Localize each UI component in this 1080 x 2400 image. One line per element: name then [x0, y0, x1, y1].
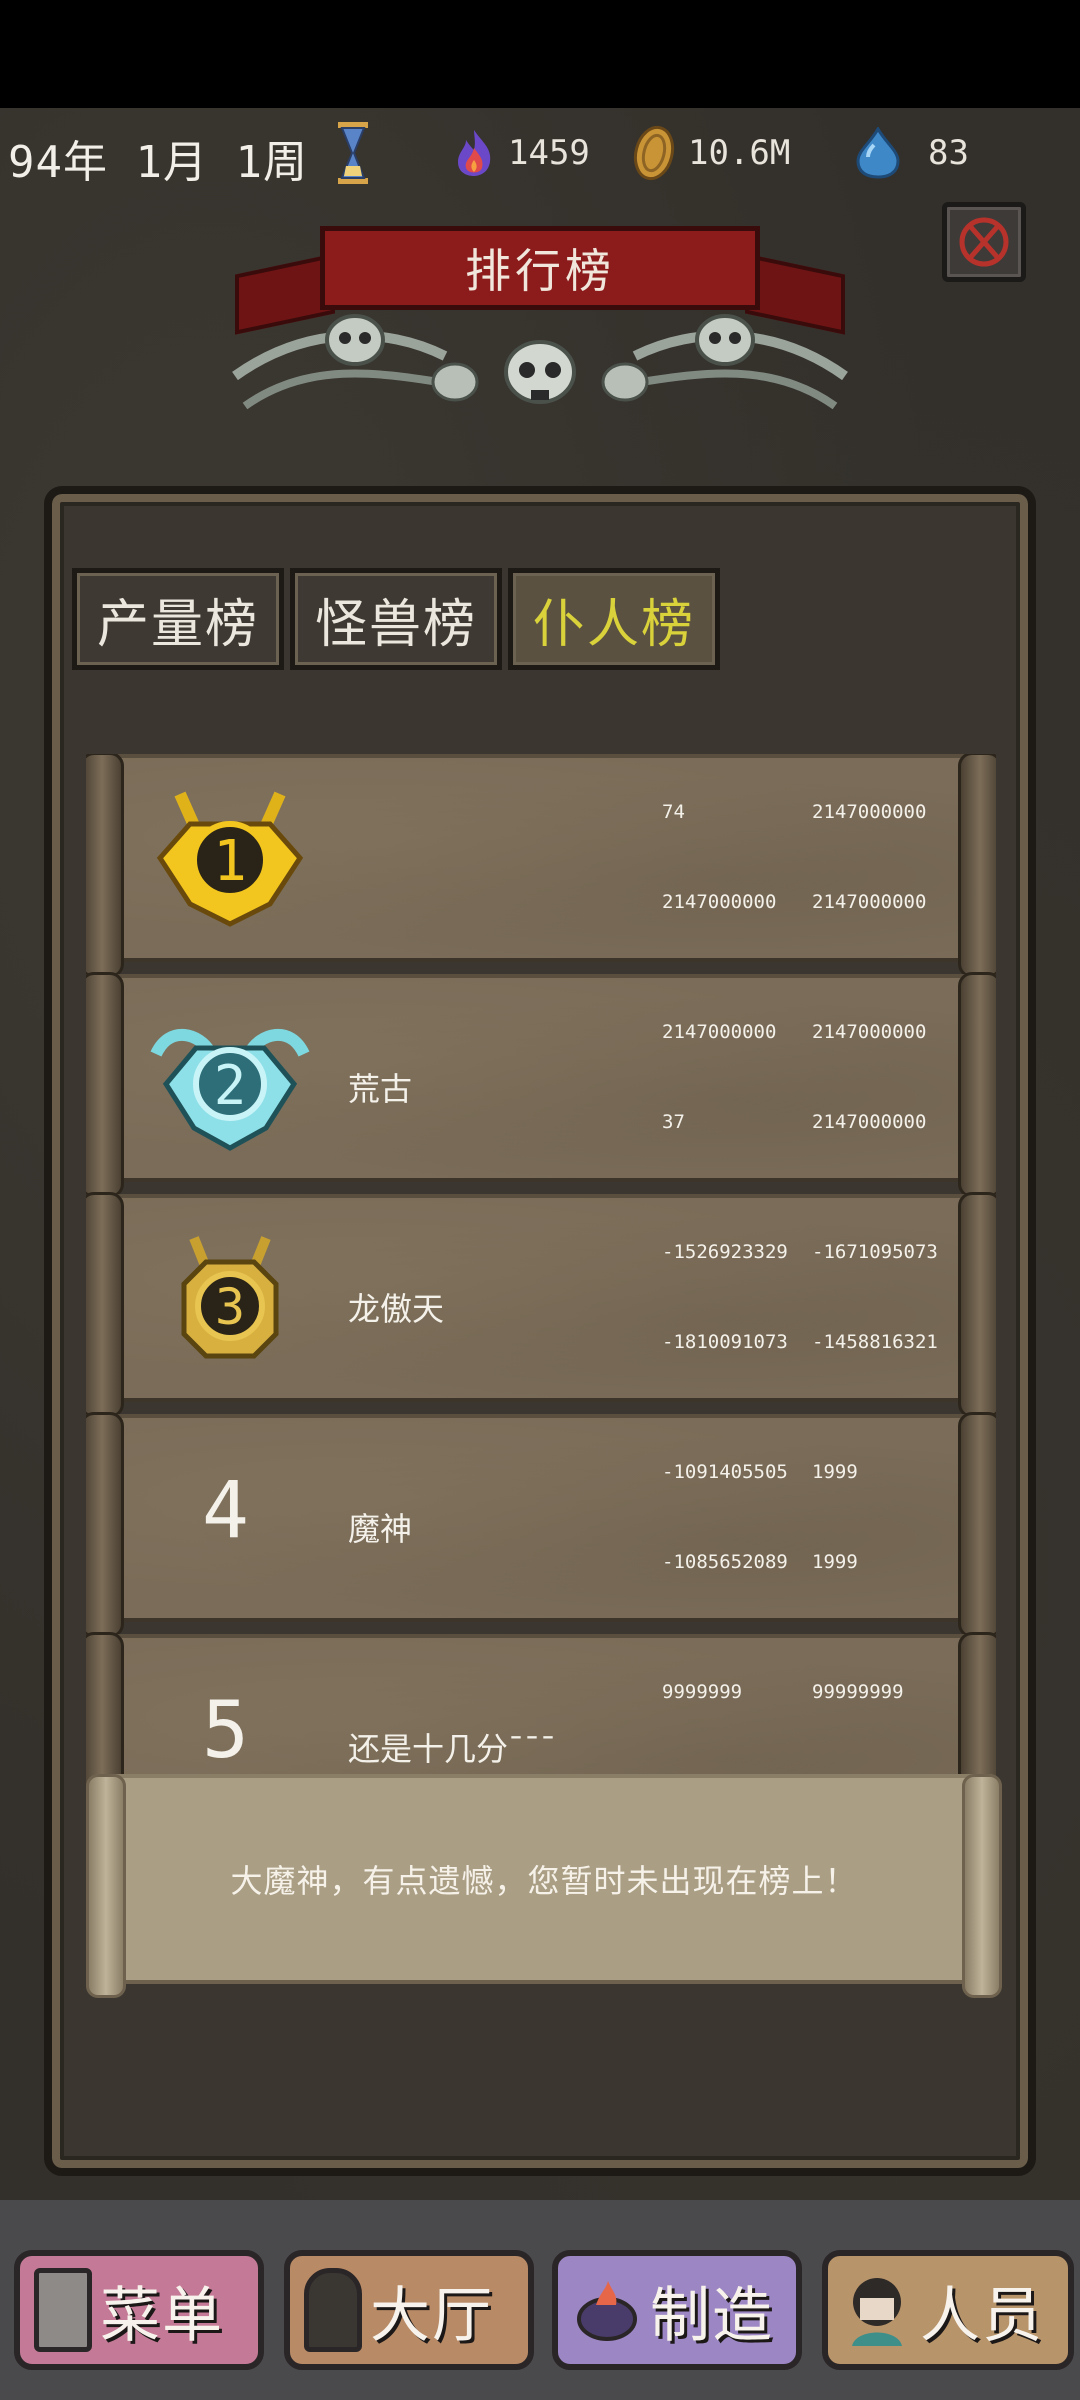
- rank-message-text: 大魔神，有点遗憾，您暂时未出现在榜上！: [230, 1862, 858, 1900]
- rank-number: 4: [202, 1466, 249, 1556]
- nav-craft-button[interactable]: 制造: [552, 2250, 802, 2370]
- water-resource: 83: [854, 127, 969, 179]
- close-button[interactable]: [942, 202, 1026, 282]
- stat-value: 2147000000: [812, 1111, 927, 1133]
- bottom-navigation: 菜单 大厅 制造 人员: [0, 2200, 1080, 2400]
- stat-value: -1085652089: [662, 1551, 788, 1573]
- leaderboard-banner: 排行榜: [225, 226, 855, 426]
- stat-value: 37: [662, 1111, 685, 1133]
- stat-value: -1091405505: [662, 1461, 788, 1483]
- flame-icon: [458, 130, 491, 176]
- water-drop-icon: [856, 127, 900, 179]
- game-date: 94年 1月 1周: [8, 137, 308, 188]
- menu-book-icon: [34, 2268, 92, 2352]
- person-icon: [852, 2278, 902, 2346]
- rank-number: 5: [202, 1686, 249, 1776]
- cauldron-icon: [577, 2281, 637, 2341]
- stat-value: 2147000000: [662, 891, 777, 913]
- coin-resource: 10.6M: [632, 125, 791, 181]
- player-name: 魔神: [348, 1510, 413, 1548]
- nav-menu-button[interactable]: 菜单: [14, 2250, 264, 2370]
- nav-staff-button[interactable]: 人员: [822, 2250, 1074, 2370]
- nav-label: 菜单: [100, 2280, 224, 2351]
- resource-bar: 94年 1月 1周 1459 10.6M 83: [0, 118, 1080, 188]
- ranking-row[interactable]: 3 龙傲天 -1526923329 -1671095073 -181009107…: [86, 1192, 996, 1418]
- tab-servants[interactable]: 仆人榜: [508, 568, 721, 670]
- stat-value: -1671095073: [812, 1241, 938, 1263]
- nav-label: 人员: [920, 2280, 1044, 2351]
- stat-value: 2147000000: [662, 1021, 777, 1043]
- bronze-third-place-badge-icon: 3: [181, 1236, 279, 1359]
- stat-value: 9999999: [662, 1681, 743, 1703]
- ranking-row[interactable]: 4 魔神 -1091405505 1999 -1085652089 1999: [86, 1412, 996, 1638]
- ranking-row[interactable]: 1 74 2147000000 2147000000 2147000000: [86, 754, 996, 978]
- flame-count: 1459: [508, 133, 590, 173]
- player-name: 龙傲天: [348, 1290, 445, 1328]
- nav-hall-button[interactable]: 大厅: [284, 2250, 534, 2370]
- ranking-row[interactable]: 2 荒古 2147000000 2147000000 37 2147000000: [86, 972, 996, 1198]
- svg-text:2: 2: [214, 1054, 247, 1117]
- stat-value: 2147000000: [812, 891, 927, 913]
- stat-value: 2147000000: [812, 1021, 927, 1043]
- water-count: 83: [928, 133, 969, 173]
- hourglass-icon: [338, 122, 368, 184]
- flame-resource: 1459: [452, 128, 590, 178]
- coin-count: 10.6M: [688, 133, 791, 173]
- coin-icon: [633, 125, 675, 181]
- stat-value: 74: [662, 801, 685, 823]
- stat-value: 1999: [812, 1551, 858, 1573]
- system-status-bar: [0, 0, 1080, 108]
- gold-first-place-badge-icon: 1: [156, 791, 304, 927]
- stat-value: -1810091073: [662, 1331, 788, 1353]
- stat-value: -1458816321: [812, 1331, 938, 1353]
- stat-value: 2147000000: [812, 801, 927, 823]
- leaderboard-tabs: 产量榜 怪兽榜 仆人榜: [72, 568, 721, 670]
- tab-production[interactable]: 产量榜: [72, 568, 285, 670]
- close-icon: [959, 217, 1009, 267]
- skull-ornament: [232, 314, 848, 410]
- stat-value: 99999999: [812, 1681, 904, 1703]
- nav-label: 制造: [650, 2280, 774, 2351]
- silver-second-place-badge-icon: 2: [150, 1029, 310, 1151]
- svg-text:3: 3: [215, 1278, 245, 1336]
- door-icon: [304, 2268, 362, 2352]
- stat-value: -1526923329: [662, 1241, 788, 1263]
- svg-text:1: 1: [213, 829, 247, 894]
- player-name: 还是十几分¯¯¯: [348, 1730, 557, 1768]
- player-name: 荒古: [348, 1070, 413, 1108]
- player-rank-message: 大魔神，有点遗憾，您暂时未出现在榜上！: [86, 1774, 1002, 1998]
- tab-monsters[interactable]: 怪兽榜: [290, 568, 503, 670]
- stat-value: 1999: [812, 1461, 858, 1483]
- nav-label: 大厅: [370, 2280, 494, 2351]
